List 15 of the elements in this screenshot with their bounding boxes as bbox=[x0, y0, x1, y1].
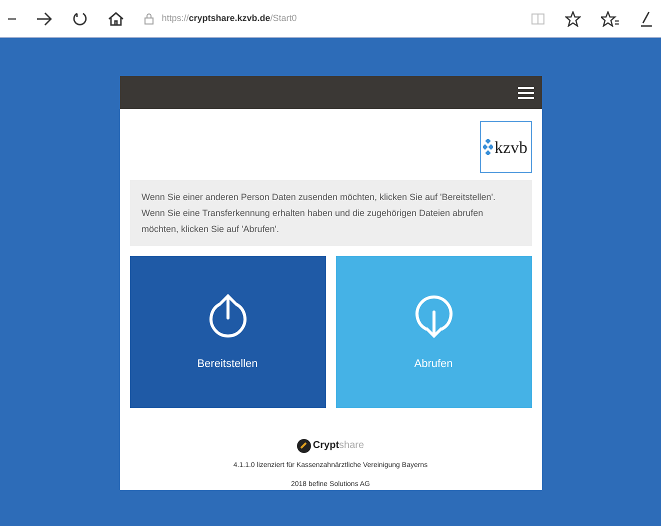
pen-icon[interactable] bbox=[639, 10, 654, 26]
star-icon[interactable] bbox=[565, 10, 582, 26]
diamond-dots-icon bbox=[483, 139, 494, 155]
home-icon[interactable] bbox=[108, 10, 124, 26]
kzvb-logo: kzvb bbox=[480, 121, 532, 173]
logo-circle-icon bbox=[296, 438, 311, 452]
info-text: Wenn Sie einer anderen Person Daten zusenden möchten, klicken Sie auf 'Bereitstellen'. Wenn Sie eine Transferkennung erhalten haben und die zugehörigen Dateien abrufen möchten, klicken Sie auf 'Abrufen'. bbox=[142, 191, 496, 236]
cryptshare-logo: Cryptshare bbox=[296, 438, 364, 453]
action-tile[interactable]: Bereitstellen bbox=[130, 256, 326, 408]
refresh-icon[interactable] bbox=[72, 10, 88, 26]
forward-arrow-icon[interactable] bbox=[36, 12, 52, 26]
favorites-icon[interactable] bbox=[601, 10, 620, 26]
menu-icon[interactable] bbox=[518, 86, 534, 100]
lock-icon bbox=[144, 12, 154, 24]
address-field[interactable]: https://cryptshare.kzvb.de/Start0 bbox=[144, 12, 512, 26]
